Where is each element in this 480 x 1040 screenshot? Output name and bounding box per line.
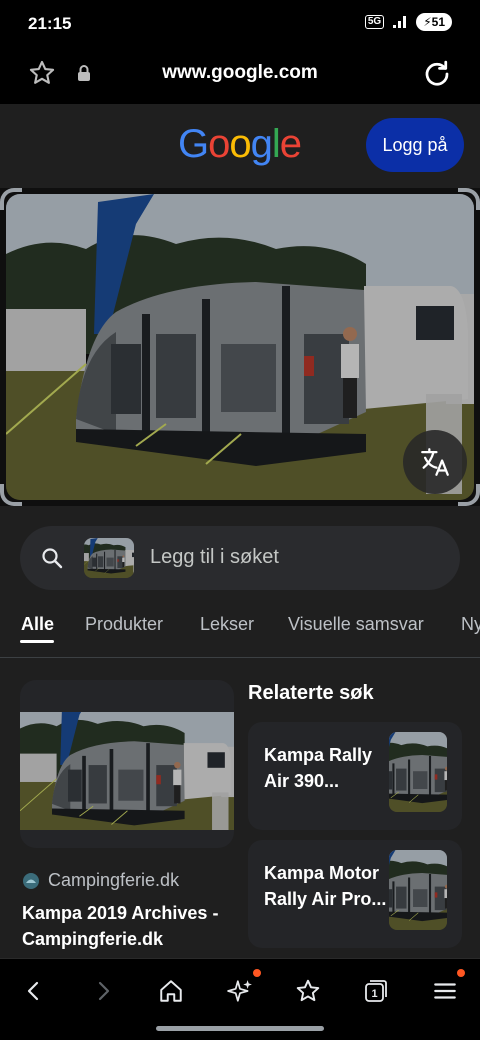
ai-sparkle-icon (227, 980, 252, 1002)
result-title[interactable]: Kampa 2019 Archives - Campingferie.dk (22, 900, 232, 952)
crop-corner-top-right[interactable] (458, 188, 480, 210)
translate-icon (421, 448, 449, 476)
bookmarks-button[interactable] (288, 973, 328, 1009)
battery-level: 51 (431, 15, 445, 29)
tab-alle[interactable]: Alle (21, 614, 54, 635)
image-selection-frame[interactable] (0, 188, 480, 506)
search-thumbnail (84, 538, 134, 578)
url-text[interactable]: www.google.com (0, 62, 480, 84)
tabs-button[interactable]: 1 (356, 973, 396, 1009)
crop-corner-top-left[interactable] (0, 188, 22, 210)
related-search-label: Kampa Rally Air 390... (264, 745, 373, 791)
tab-visuelle-samsvar[interactable]: Visuelle samsvar (288, 614, 424, 635)
url-bar: www.google.com (0, 48, 480, 104)
active-tab-indicator (20, 640, 54, 643)
result-source-name: Campingferie.dk (48, 870, 180, 890)
menu-button[interactable] (425, 969, 465, 1009)
home-button[interactable] (151, 973, 191, 1009)
result-image (20, 712, 234, 830)
related-search-thumbnail (389, 732, 447, 812)
notification-dot (253, 969, 261, 977)
home-indicator[interactable] (156, 1026, 324, 1031)
forward-icon (98, 981, 110, 1001)
result-thumbnail[interactable] (20, 680, 234, 848)
menu-icon (434, 983, 456, 999)
related-search-label: Kampa Motor Rally Air Pro... (264, 863, 387, 909)
logo-letter: l (271, 122, 281, 166)
crop-corner-bottom-right[interactable] (458, 484, 480, 506)
status-icons: 5G ⚡51 (364, 13, 452, 31)
logo-letter: o (229, 122, 251, 166)
filter-tabs: Alle Produkter Lekser Visuelle samsvar N… (0, 600, 480, 658)
logo-letter: G (178, 122, 209, 166)
add-to-search-bar[interactable]: Legg til i søket (20, 526, 460, 590)
forward-button[interactable] (83, 973, 123, 1009)
search-icon (42, 548, 63, 569)
home-icon (160, 980, 182, 1002)
related-search-item[interactable]: Kampa Motor Rally Air Pro... (248, 840, 462, 948)
tab-produkter[interactable]: Produkter (85, 614, 163, 635)
tab-count: 1 (371, 988, 377, 1000)
tab-lekser[interactable]: Lekser (200, 614, 254, 635)
site-favicon-icon (23, 872, 39, 889)
reload-icon[interactable] (422, 59, 452, 89)
google-header: Google Logg på (0, 104, 480, 188)
result-source[interactable]: Campingferie.dk (22, 870, 179, 891)
status-time: 21:15 (28, 14, 72, 33)
related-searches-heading: Relaterte søk (248, 682, 374, 704)
logo-letter: o (208, 122, 230, 166)
ai-assistant-button[interactable] (220, 969, 261, 1009)
signal-icon (393, 16, 407, 28)
status-bar: 21:15 5G ⚡51 (0, 0, 480, 48)
network-badge: 5G (364, 15, 385, 29)
notification-dot (457, 969, 465, 977)
logo-letter: e (279, 122, 302, 166)
related-search-thumbnail (389, 850, 447, 930)
crop-corner-bottom-left[interactable] (0, 484, 22, 506)
bookmark-icon (296, 979, 320, 1002)
back-button[interactable] (14, 973, 54, 1009)
google-logo[interactable]: Google (178, 122, 302, 167)
back-icon (27, 981, 39, 1001)
login-button[interactable]: Logg på (366, 118, 464, 172)
translate-button[interactable] (403, 430, 467, 494)
tabs-icon: 1 (365, 980, 387, 1002)
battery-indicator: ⚡51 (416, 13, 452, 31)
tab-ny[interactable]: Ny (461, 614, 480, 635)
related-search-item[interactable]: Kampa Rally Air 390... (248, 722, 462, 830)
logo-letter: g (250, 122, 273, 166)
search-input-label[interactable]: Legg til i søket (150, 546, 279, 569)
